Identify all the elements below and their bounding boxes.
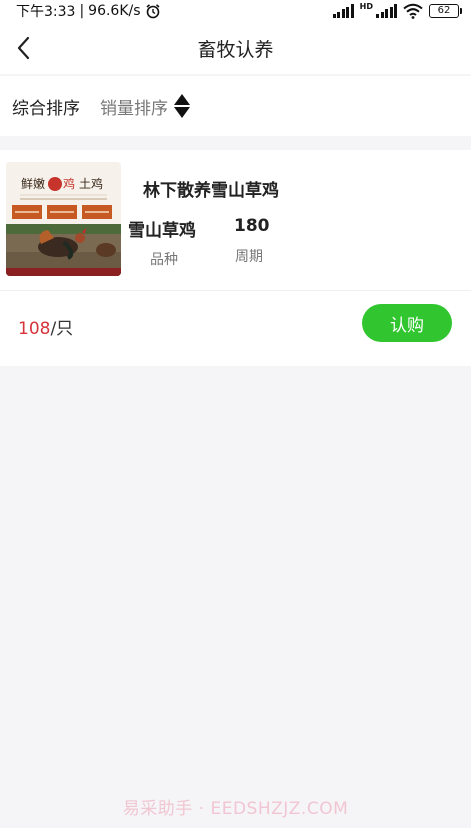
stamp-icon (48, 177, 62, 191)
sort-bar: 综合排序 销量排序 (0, 76, 471, 136)
price-unit: /只 (50, 319, 74, 339)
subscribe-button[interactable]: 认购 (362, 304, 452, 342)
page-title: 畜牧认养 (197, 38, 274, 61)
status-separator: | (79, 3, 85, 19)
sort-option-sales[interactable]: 销量排序 (100, 94, 190, 119)
signal-icon-2 (376, 4, 397, 18)
status-bar-right: HD 62 (332, 1, 462, 19)
back-arrow-icon[interactable] (12, 34, 38, 62)
price: 108/只 (18, 314, 73, 339)
product-image-stamp: 鸡 (63, 176, 75, 191)
product-image-headline: 鲜嫩 (21, 177, 45, 191)
hd-badge: HD (359, 1, 373, 11)
watermark: 易采助手 · EEDSHZJZ.COM (122, 799, 349, 819)
wifi-icon (403, 3, 423, 19)
signal-icon (332, 4, 354, 18)
breed-label: 品种 (150, 252, 178, 268)
status-bar: 下午3:33 | 96.6K/s HD 62 (0, 0, 471, 22)
product-image-headline-tail: 土鸡 (79, 176, 103, 191)
status-time: 下午3:33 (16, 4, 76, 20)
product-image-art: 鲜嫩 鸡 土鸡 (6, 162, 121, 276)
cycle-label: 周期 (235, 249, 263, 265)
battery-level: 62 (437, 5, 451, 16)
breed-value: 雪山草鸡 (128, 221, 196, 241)
status-bar-left: 下午3:33 | 96.6K/s (16, 1, 161, 21)
sort-option-comprehensive[interactable]: 综合排序 (12, 94, 80, 119)
battery-icon: 62 (429, 4, 462, 18)
product-name: 林下散养雪山草鸡 (143, 181, 279, 201)
card-divider (0, 290, 471, 291)
sort-updown-icon (174, 94, 190, 118)
nav-bar: 畜牧认养 (0, 22, 471, 74)
status-speed: 96.6K/s (88, 3, 141, 19)
price-value: 108 (18, 319, 51, 339)
sort-option-sales-label: 销量排序 (100, 98, 168, 119)
cycle-value: 180 (234, 216, 270, 236)
alarm-icon (146, 4, 160, 19)
product-card[interactable]: 鲜嫩 鸡 土鸡 林下散养雪山草鸡 雪山草鸡 品种 180 周期 108/只 认购 (0, 150, 471, 366)
product-image: 鲜嫩 鸡 土鸡 (6, 162, 121, 276)
